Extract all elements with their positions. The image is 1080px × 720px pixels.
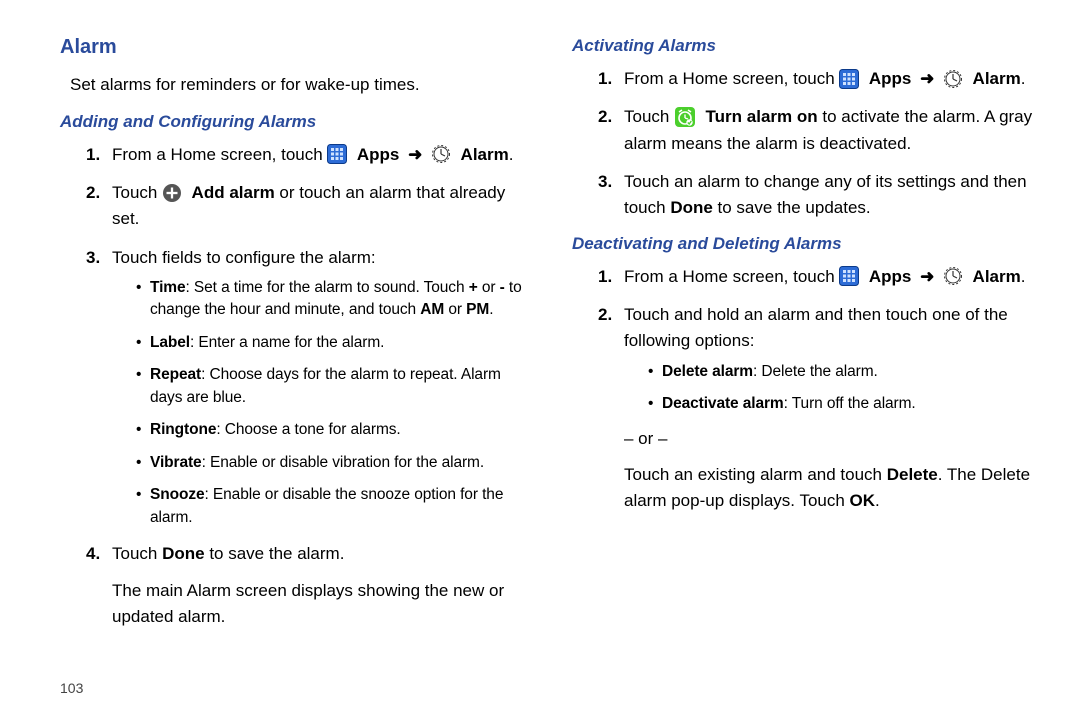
config-bullets: Time: Set a time for the alarm to sound.… (136, 277, 522, 529)
bullet-ringtone: Ringtone: Choose a tone for alarms. (136, 419, 522, 441)
a-step-1: 1. From a Home screen, touch Apps ➜ Alar… (598, 66, 1034, 92)
subhead-adding: Adding and Configuring Alarms (60, 112, 522, 132)
step-4: 4. Touch Done to save the alarm. The mai… (86, 541, 522, 630)
steps-activating: 1. From a Home screen, touch Apps ➜ Alar… (598, 66, 1034, 222)
steps-adding: 1. From a Home screen, touch Apps ➜ Alar… (86, 142, 522, 631)
steps-deactivating: 1. From a Home screen, touch Apps ➜ Alar… (598, 264, 1034, 515)
alarm-on-icon (674, 106, 696, 128)
clock-icon (943, 69, 963, 89)
a-step-2: 2. Touch Turn alarm on to activate the a… (598, 104, 1034, 157)
d-step-1: 1. From a Home screen, touch Apps ➜ Alar… (598, 264, 1034, 290)
clock-icon (431, 144, 451, 164)
or-separator: – or – (624, 426, 1034, 452)
bullet-repeat: Repeat: Choose days for the alarm to rep… (136, 364, 522, 409)
step-2: 2. Touch Add alarm or touch an alarm tha… (86, 180, 522, 233)
bullet-snooze: Snooze: Enable or disable the snooze opt… (136, 484, 522, 529)
manual-page: Alarm Set alarms for reminders or for wa… (0, 0, 1080, 720)
apps-icon (327, 144, 347, 164)
bullet-deactivate: Deactivate alarm: Turn off the alarm. (648, 393, 1034, 415)
d-step-2: 2. Touch and hold an alarm and then touc… (598, 302, 1034, 515)
subhead-deactivating: Deactivating and Deleting Alarms (572, 234, 1034, 254)
bullet-delete: Delete alarm: Delete the alarm. (648, 361, 1034, 383)
section-title-alarm: Alarm (60, 36, 522, 59)
apps-icon (839, 266, 859, 286)
bullet-label: Label: Enter a name for the alarm. (136, 332, 522, 354)
step-1: 1. From a Home screen, touch Apps ➜ Alar… (86, 142, 522, 168)
right-column: Activating Alarms 1. From a Home screen,… (572, 36, 1034, 642)
bullet-time: Time: Set a time for the alarm to sound.… (136, 277, 522, 322)
plus-icon (162, 183, 182, 203)
a-step-3: 3. Touch an alarm to change any of its s… (598, 169, 1034, 222)
step-3: 3. Touch fields to configure the alarm: … (86, 245, 522, 530)
clock-icon (943, 266, 963, 286)
d-bullets: Delete alarm: Delete the alarm. Deactiva… (648, 361, 1034, 416)
subhead-activating: Activating Alarms (572, 36, 1034, 56)
bullet-vibrate: Vibrate: Enable or disable vibration for… (136, 452, 522, 474)
alarm-intro: Set alarms for reminders or for wake-up … (70, 73, 522, 98)
page-number: 103 (60, 680, 83, 696)
apps-icon (839, 69, 859, 89)
left-column: Alarm Set alarms for reminders or for wa… (60, 36, 522, 642)
